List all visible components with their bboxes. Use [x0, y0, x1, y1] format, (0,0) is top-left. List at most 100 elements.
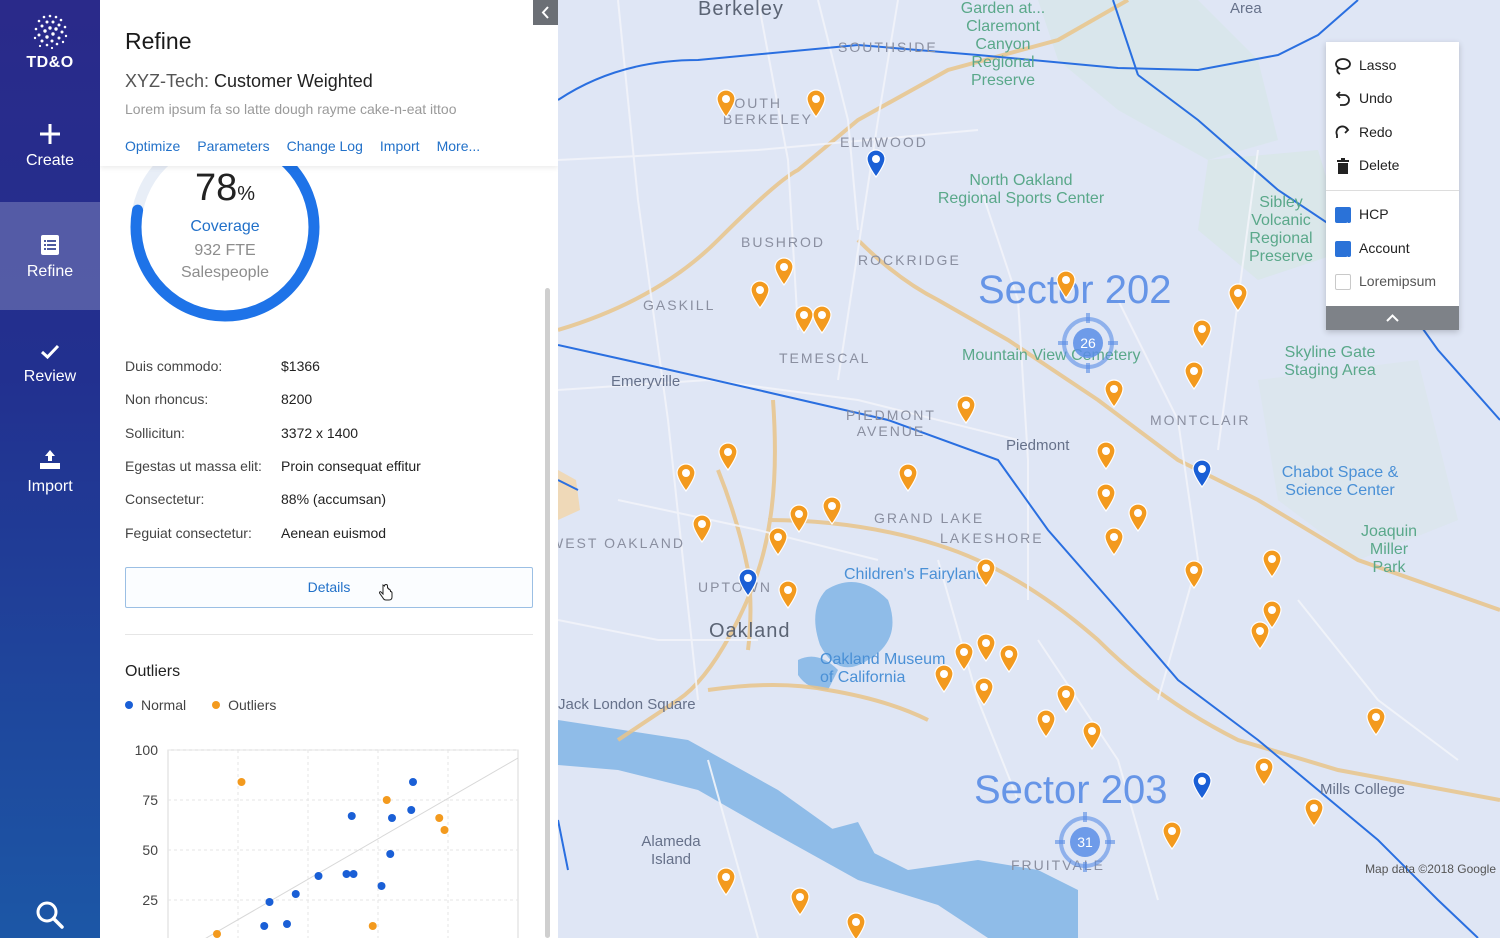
- account-pin[interactable]: [1035, 708, 1057, 738]
- tab-change-log[interactable]: Change Log: [287, 138, 363, 154]
- sector-cluster-marker[interactable]: 31: [1053, 810, 1117, 874]
- nav-label-review: Review: [23, 368, 77, 385]
- nav-item-refine[interactable]: Refine: [0, 202, 100, 310]
- account-pin[interactable]: [675, 462, 697, 492]
- plus-icon: [40, 124, 60, 144]
- account-pin[interactable]: [773, 256, 795, 286]
- account-pin[interactable]: [1055, 269, 1077, 299]
- redo-icon: [1335, 125, 1350, 138]
- map-district-label: WEST OAKLAND: [558, 535, 685, 551]
- account-pin[interactable]: [691, 513, 713, 543]
- account-pin[interactable]: [1095, 482, 1117, 512]
- account-pin[interactable]: [1183, 360, 1205, 390]
- cluster-count: 26: [1080, 335, 1096, 351]
- account-pin[interactable]: [1127, 502, 1149, 532]
- hcp-pin[interactable]: [1191, 770, 1213, 800]
- account-pin[interactable]: [975, 557, 997, 587]
- account-pin[interactable]: [1227, 282, 1249, 312]
- account-pin[interactable]: [749, 279, 771, 309]
- account-pin[interactable]: [897, 462, 919, 492]
- stat-key: Consectetur:: [125, 491, 205, 507]
- normal-point: [314, 872, 323, 880]
- account-pin[interactable]: [845, 911, 867, 938]
- account-pin[interactable]: [715, 866, 737, 896]
- account-pin[interactable]: [788, 503, 810, 533]
- tab-optimize[interactable]: Optimize: [125, 138, 180, 154]
- layer-toggle-account[interactable]: Account: [1326, 232, 1459, 265]
- delete-tool[interactable]: Delete: [1326, 149, 1459, 182]
- legend-outliers[interactable]: Outliers: [212, 697, 276, 713]
- account-pin[interactable]: [1261, 548, 1283, 578]
- tab-parameters[interactable]: Parameters: [197, 138, 269, 154]
- legend-normal[interactable]: Normal: [125, 697, 186, 713]
- account-pin[interactable]: [1081, 720, 1103, 750]
- tab-import[interactable]: Import: [380, 138, 420, 154]
- search-icon[interactable]: [35, 900, 65, 930]
- account-pin[interactable]: [955, 394, 977, 424]
- account-pin[interactable]: [1303, 797, 1325, 827]
- account-pin[interactable]: [821, 495, 843, 525]
- account-pin[interactable]: [1055, 683, 1077, 713]
- account-pin[interactable]: [975, 632, 997, 662]
- undo-tool[interactable]: Undo: [1326, 82, 1459, 115]
- sector-cluster-marker[interactable]: 26: [1056, 311, 1120, 375]
- nav-item-review[interactable]: Review: [0, 310, 100, 418]
- logo[interactable]: TD&O: [0, 12, 100, 72]
- account-pin[interactable]: [998, 643, 1020, 673]
- map-place-label: Skyline Gate Staging Area: [1284, 344, 1376, 379]
- account-pin[interactable]: [777, 579, 799, 609]
- hcp-checkbox[interactable]: [1335, 207, 1357, 228]
- account-pin[interactable]: [715, 88, 737, 118]
- layer-toggle-hcp[interactable]: HCP: [1326, 198, 1459, 231]
- account-pin[interactable]: [1103, 378, 1125, 408]
- nav-item-create[interactable]: Create: [0, 100, 100, 208]
- redo-tool[interactable]: Redo: [1326, 116, 1459, 149]
- map-tools-menu: Lasso Undo Redo Delete HCP Account Lorem…: [1326, 42, 1459, 330]
- panel-header: Refine XYZ-Tech: Customer Weighted Lorem…: [100, 0, 558, 166]
- coverage-fte: 932 FTE: [194, 242, 256, 259]
- account-pin[interactable]: [1249, 620, 1271, 650]
- account-pin[interactable]: [1095, 440, 1117, 470]
- collapse-panel-button[interactable]: [533, 0, 558, 25]
- map-city-label: Alameda Island: [641, 833, 701, 868]
- loremipsum-checkbox[interactable]: [1335, 274, 1351, 290]
- nav-item-import[interactable]: Import: [0, 416, 100, 524]
- account-pin[interactable]: [933, 663, 955, 693]
- collapse-tools-button[interactable]: [1326, 306, 1459, 330]
- account-pin[interactable]: [1103, 526, 1125, 556]
- hcp-pin[interactable]: [737, 567, 759, 597]
- account-pin[interactable]: [1253, 756, 1275, 786]
- account-pin[interactable]: [805, 88, 827, 118]
- account-pin[interactable]: [973, 676, 995, 706]
- lasso-tool[interactable]: Lasso: [1326, 49, 1459, 82]
- sector-label: Sector 203: [974, 768, 1168, 812]
- normal-point: [377, 882, 386, 890]
- coverage-salespeople: Salespeople: [180, 264, 270, 281]
- account-pin[interactable]: [811, 304, 833, 334]
- stat-value: Aenean euismod: [281, 525, 387, 541]
- panel-scrollbar[interactable]: [545, 288, 550, 938]
- account-pin[interactable]: [717, 441, 739, 471]
- map-city-label: Oakland: [709, 620, 791, 642]
- account-pin[interactable]: [953, 641, 975, 671]
- layer-toggle-loremipsum[interactable]: Loremipsum: [1326, 265, 1459, 298]
- hcp-pin[interactable]: [865, 148, 887, 178]
- account-pin[interactable]: [1161, 820, 1183, 850]
- hcp-pin[interactable]: [1191, 458, 1213, 488]
- account-pin[interactable]: [1365, 706, 1387, 736]
- outlier-point: [368, 922, 377, 930]
- normal-point: [283, 920, 291, 928]
- details-button[interactable]: Details: [125, 567, 533, 608]
- account-checkbox[interactable]: [1335, 241, 1357, 262]
- account-pin[interactable]: [1183, 559, 1205, 589]
- coverage-label: Coverage: [190, 218, 260, 235]
- outliers-title: Outliers: [125, 663, 181, 680]
- logo-text: TD&O: [26, 54, 74, 71]
- normal-point: [342, 870, 351, 878]
- account-pin[interactable]: [789, 886, 811, 916]
- account-pin[interactable]: [767, 526, 789, 556]
- legend-label-normal: Normal: [141, 697, 187, 713]
- map-place-label: Area: [1230, 0, 1262, 17]
- tab-more[interactable]: More...: [437, 138, 481, 154]
- account-pin[interactable]: [1191, 318, 1213, 348]
